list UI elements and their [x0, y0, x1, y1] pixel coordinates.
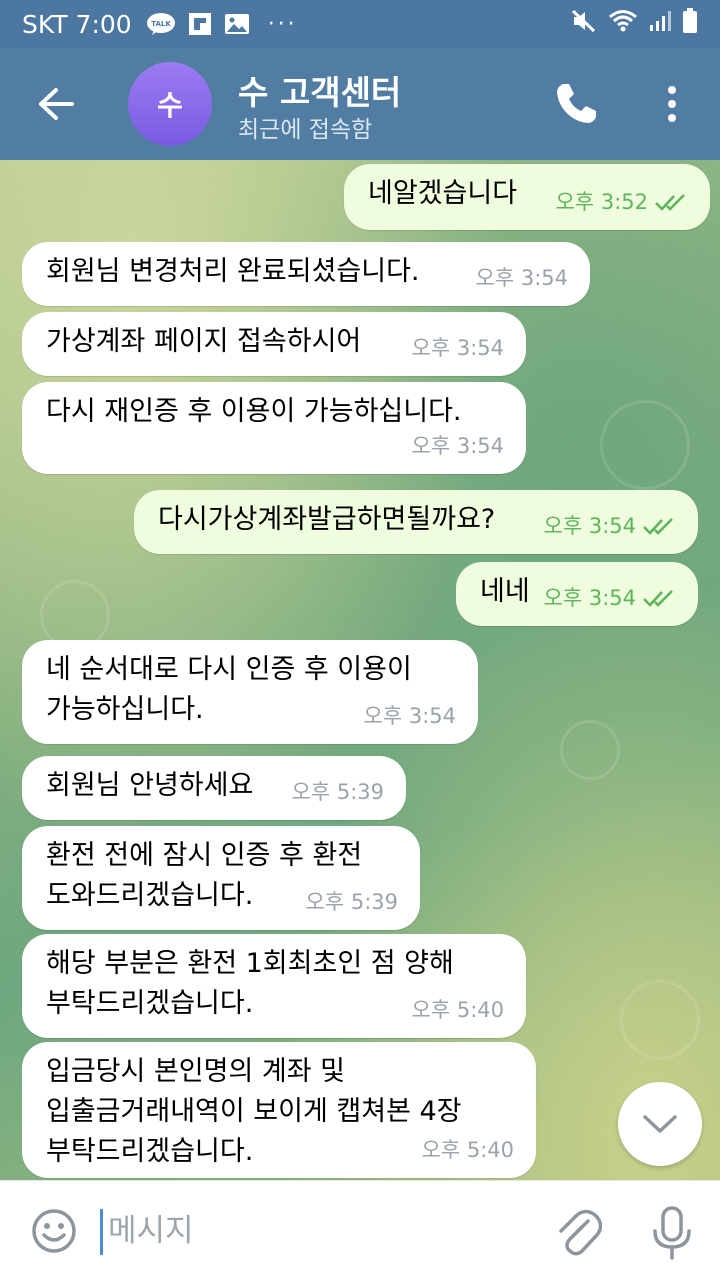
talk-badge-text: TALK [151, 20, 171, 28]
chat-title[interactable]: 수 고객센터 [238, 66, 401, 114]
flipboard-icon [188, 12, 212, 36]
message-meta: 오후 5:40 [422, 1130, 514, 1170]
message-time: 오후 5:39 [305, 890, 398, 914]
call-button[interactable] [552, 80, 600, 128]
message-bubble-incoming[interactable]: 회원님 변경처리 완료되셨습니다. 오후 3:54 [22, 242, 590, 306]
message-meta: 오후 3:54 [544, 506, 676, 546]
double-check-icon [643, 518, 673, 535]
kebab-dot [668, 86, 676, 94]
scroll-to-bottom-button[interactable] [618, 1082, 702, 1166]
message-bubble-incoming[interactable]: 다시 재인증 후 이용이 가능하십니다. 오후 3:54 [22, 382, 526, 474]
last-seen-status: 최근에 접속함 [238, 117, 373, 143]
message-meta: 오후 3:54 [412, 328, 504, 368]
message-bubble-outgoing[interactable]: 네네 오후 3:54 [456, 562, 698, 626]
status-bar: SKT 7:00 TALK ··· [0, 0, 720, 48]
message-bubble-incoming[interactable]: 네 순서대로 다시 인증 후 이용이 가능하십니다. 오후 3:54 [22, 640, 478, 744]
message-bubble-outgoing[interactable]: 다시가상계좌발급하면될까요? 오후 3:54 [134, 490, 698, 554]
message-time: 오후 3:54 [475, 266, 568, 290]
message-time: 오후 3:54 [543, 586, 636, 610]
message-time: 오후 3:54 [543, 514, 636, 538]
microphone-icon [653, 1206, 691, 1260]
message-meta: 오후 3:54 [476, 258, 568, 298]
message-time: 오후 3:54 [411, 434, 504, 458]
message-time: 오후 3:52 [555, 190, 648, 214]
message-bubble-incoming[interactable]: 환전 전에 잠시 인증 후 환전 도와드리겠습니다. 오후 5:39 [22, 826, 420, 930]
avatar-letter: 수 [157, 89, 183, 122]
message-meta: 오후 3:54 [364, 696, 456, 736]
chevron-down-icon [643, 1115, 677, 1133]
kebab-dot [668, 100, 676, 108]
message-meta: 오후 5:39 [306, 882, 398, 922]
wallpaper-doodle [560, 720, 620, 780]
message-meta: 오후 5:39 [292, 772, 384, 812]
back-arrow-icon [39, 88, 74, 120]
message-list[interactable]: 네알겠습니다 오후 3:52 회원님 변경처리 완료되셨습니다. 오후 3:54… [0, 160, 720, 1180]
carrier-time: SKT 7:00 [22, 9, 132, 39]
message-time: 오후 5:40 [421, 1138, 514, 1162]
message-input[interactable] [108, 1205, 528, 1257]
emoji-button[interactable] [30, 1207, 78, 1255]
more-options-button[interactable] [652, 80, 692, 128]
message-meta: 오후 5:40 [412, 990, 504, 1030]
wifi-icon [608, 9, 638, 39]
message-time: 오후 3:54 [363, 704, 456, 728]
smiley-icon [32, 1209, 76, 1253]
chat-header: 수 수 고객센터 최근에 접속함 [0, 48, 720, 160]
back-button[interactable] [30, 78, 82, 130]
message-time: 오후 5:39 [291, 780, 384, 804]
wallpaper-doodle [600, 400, 690, 490]
kakaotalk-icon: TALK [146, 12, 176, 36]
message-bubble-incoming[interactable]: 입금당시 본인명의 계좌 및 입출금거래내역이 보이게 캡쳐본 4장 부탁드리겠… [22, 1042, 536, 1178]
message-time: 오후 5:40 [411, 998, 504, 1022]
message-meta: 오후 3:52 [556, 182, 688, 222]
avatar[interactable]: 수 [128, 62, 212, 146]
message-time: 오후 3:54 [411, 336, 504, 360]
mute-icon [570, 8, 598, 40]
message-meta: 오후 3:54 [412, 426, 504, 466]
signal-icon [648, 9, 672, 39]
message-bubble-incoming[interactable]: 회원님 안녕하세요 오후 5:39 [22, 756, 406, 820]
message-bubble-incoming[interactable]: 가상계좌 페이지 접속하시어 오후 3:54 [22, 312, 526, 376]
message-bubble-incoming[interactable]: 해당 부분은 환전 1회최초인 점 양해 부탁드리겠습니다. 오후 5:40 [22, 934, 526, 1038]
voice-message-button[interactable] [648, 1205, 696, 1261]
paperclip-icon [559, 1209, 603, 1256]
kebab-dot [668, 114, 676, 122]
double-check-icon [655, 194, 685, 211]
text-cursor [100, 1209, 103, 1255]
wallpaper-doodle [620, 980, 700, 1060]
image-icon [224, 13, 250, 35]
message-bubble-outgoing[interactable]: 네알겠습니다 오후 3:52 [344, 164, 710, 230]
more-notifications-icon: ··· [267, 11, 298, 37]
attach-button[interactable] [552, 1205, 603, 1259]
battery-icon [682, 8, 698, 40]
message-meta: 오후 3:54 [544, 578, 676, 618]
double-check-icon [643, 590, 673, 607]
phone-icon [557, 84, 596, 123]
message-composer [0, 1180, 720, 1280]
